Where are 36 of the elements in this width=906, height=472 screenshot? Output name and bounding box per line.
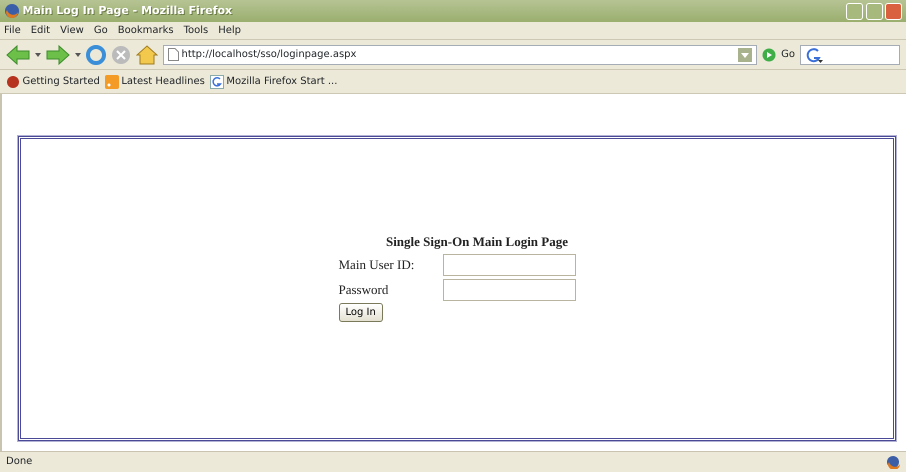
- go-icon[interactable]: [762, 48, 776, 62]
- form-title: Single Sign-On Main Login Page: [384, 233, 570, 251]
- field-label: Password: [338, 280, 390, 299]
- status-text: Done: [6, 455, 32, 469]
- address-bar[interactable]: http://localhost/sso/loginpage.aspx: [163, 44, 758, 64]
- maximize-button[interactable]: [866, 2, 882, 20]
- menu-item[interactable]: Help: [218, 23, 242, 38]
- bookmark-link[interactable]: Mozilla Firefox Start ...: [210, 74, 338, 89]
- page-icon: [168, 48, 179, 61]
- menu-item[interactable]: Edit: [30, 23, 50, 38]
- go-button[interactable]: Go: [781, 47, 795, 62]
- menu-item[interactable]: File: [4, 23, 21, 38]
- back-icon[interactable]: [6, 44, 30, 64]
- minimize-button[interactable]: [846, 2, 863, 20]
- search-field[interactable]: [800, 44, 900, 64]
- input-field[interactable]: [442, 278, 576, 300]
- bookmark-link[interactable]: Getting Started: [6, 74, 100, 89]
- menu-item[interactable]: Bookmarks: [118, 23, 174, 38]
- menu-item[interactable]: View: [60, 23, 84, 38]
- close-button[interactable]: [885, 2, 902, 20]
- menu-item[interactable]: Tools: [184, 23, 208, 38]
- google-icon: [805, 46, 823, 62]
- dropdown-icon[interactable]: [75, 52, 81, 58]
- bookmark-link[interactable]: Latest Headlines: [104, 74, 205, 89]
- google-icon: [210, 74, 224, 88]
- feed-icon: [104, 74, 119, 88]
- dropdown-icon[interactable]: [35, 52, 41, 58]
- field-label: Main User ID:: [338, 256, 416, 274]
- stop-icon[interactable]: [111, 44, 131, 64]
- forward-icon[interactable]: [46, 44, 70, 64]
- home-icon[interactable]: [136, 44, 158, 64]
- login-button[interactable]: Log In: [338, 303, 383, 322]
- bookmark-icon: [6, 74, 20, 88]
- input-field[interactable]: [442, 254, 576, 276]
- window-title: Main Log In Page - Mozilla Firefox: [22, 2, 234, 19]
- menu-item[interactable]: Go: [94, 23, 108, 38]
